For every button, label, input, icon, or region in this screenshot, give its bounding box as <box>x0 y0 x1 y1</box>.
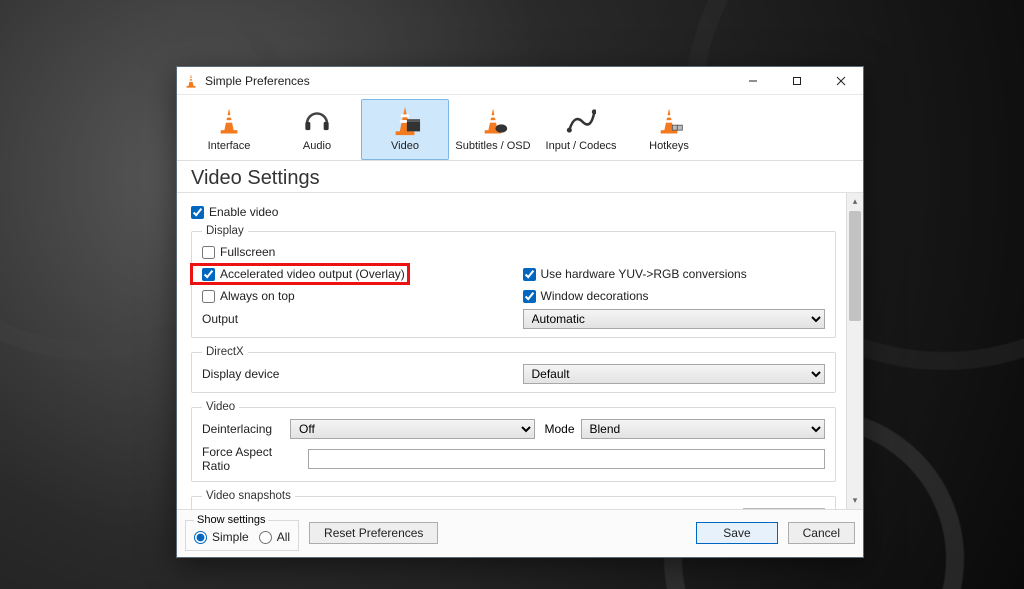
page-heading: Video Settings <box>177 161 863 193</box>
always-on-top-checkbox[interactable]: Always on top <box>202 287 505 305</box>
overlay-checkbox[interactable]: Accelerated video output (Overlay) <box>202 265 505 283</box>
overlay-label: Accelerated video output (Overlay) <box>220 267 405 281</box>
output-label: Output <box>202 312 284 326</box>
cancel-button[interactable]: Cancel <box>788 522 855 544</box>
cone-bubble-icon <box>475 104 511 138</box>
tab-subtitles[interactable]: Subtitles / OSD <box>449 99 537 160</box>
tab-label: Interface <box>208 140 251 152</box>
tab-hotkeys[interactable]: Hotkeys <box>625 99 713 160</box>
force-aspect-ratio-label: Force Aspect Ratio <box>202 445 300 473</box>
directx-group: DirectX Display device Default <box>191 346 836 393</box>
maximize-button[interactable] <box>775 67 819 94</box>
app-cone-icon <box>183 73 199 89</box>
headphones-icon <box>299 104 335 138</box>
cone-keys-icon <box>651 104 687 138</box>
show-settings-group: Show settings Simple All <box>185 514 299 551</box>
fullscreen-label: Fullscreen <box>220 245 275 259</box>
show-simple-radio[interactable]: Simple <box>194 528 249 546</box>
tab-label: Input / Codecs <box>546 140 617 152</box>
always-on-top-label: Always on top <box>220 289 295 303</box>
deinterlacing-select[interactable]: Off <box>290 419 535 439</box>
show-all-radio[interactable]: All <box>259 528 290 546</box>
tab-label: Video <box>391 140 419 152</box>
tab-label: Hotkeys <box>649 140 689 152</box>
enable-video-input[interactable] <box>191 206 204 219</box>
preferences-window: Simple Preferences Interface Audio Video <box>176 66 864 558</box>
tab-label: Audio <box>303 140 331 152</box>
save-button[interactable]: Save <box>696 522 777 544</box>
display-device-label: Display device <box>202 367 279 381</box>
yuv-input[interactable] <box>523 268 536 281</box>
scroll-down-arrow[interactable]: ▾ <box>847 492 863 509</box>
output-select[interactable]: Automatic <box>523 309 826 329</box>
close-button[interactable] <box>819 67 863 94</box>
display-legend: Display <box>202 225 248 237</box>
tab-interface[interactable]: Interface <box>185 99 273 160</box>
overlay-input[interactable] <box>202 268 215 281</box>
yuv-label: Use hardware YUV->RGB conversions <box>541 267 747 281</box>
cone-clapper-icon <box>387 104 423 138</box>
enable-video-checkbox[interactable]: Enable video <box>191 203 836 221</box>
window-decorations-label: Window decorations <box>541 289 649 303</box>
display-group: Display Fullscreen Accelerated video out… <box>191 225 836 338</box>
tab-video[interactable]: Video <box>361 99 449 160</box>
snapshots-group: Video snapshots Directory Browse <box>191 490 836 509</box>
directx-legend: DirectX <box>202 346 248 358</box>
footer: Show settings Simple All Reset Preferenc… <box>177 509 863 557</box>
yuv-checkbox[interactable]: Use hardware YUV->RGB conversions <box>523 265 826 283</box>
deinterlacing-label: Deinterlacing <box>202 422 284 436</box>
window-decorations-input[interactable] <box>523 290 536 303</box>
window-decorations-checkbox[interactable]: Window decorations <box>523 287 826 305</box>
always-on-top-input[interactable] <box>202 290 215 303</box>
titlebar[interactable]: Simple Preferences <box>177 67 863 95</box>
cable-icon <box>563 104 599 138</box>
fullscreen-input[interactable] <box>202 246 215 259</box>
scroll-up-arrow[interactable]: ▴ <box>847 193 863 210</box>
show-settings-legend: Show settings <box>194 514 268 526</box>
video-group: Video Deinterlacing Off Mode Blend Force… <box>191 401 836 482</box>
window-title: Simple Preferences <box>205 74 731 88</box>
enable-video-label: Enable video <box>209 205 278 219</box>
mode-label: Mode <box>541 422 575 436</box>
vertical-scrollbar[interactable]: ▴ ▾ <box>846 193 863 509</box>
video-legend: Video <box>202 401 239 413</box>
minimize-button[interactable] <box>731 67 775 94</box>
cone-icon <box>211 104 247 138</box>
fullscreen-checkbox[interactable]: Fullscreen <box>202 243 505 261</box>
tab-input-codecs[interactable]: Input / Codecs <box>537 99 625 160</box>
tab-audio[interactable]: Audio <box>273 99 361 160</box>
browse-button[interactable]: Browse <box>743 508 825 509</box>
snapshots-legend: Video snapshots <box>202 490 295 502</box>
mode-select[interactable]: Blend <box>581 419 826 439</box>
display-device-select[interactable]: Default <box>523 364 826 384</box>
scroll-thumb[interactable] <box>849 211 861 321</box>
settings-panel: Enable video Display Fullscreen Accelera… <box>177 193 846 509</box>
category-toolbar: Interface Audio Video Subtitles / OSD In… <box>177 95 863 161</box>
reset-preferences-button[interactable]: Reset Preferences <box>309 522 438 544</box>
force-aspect-ratio-input[interactable] <box>308 449 825 469</box>
tab-label: Subtitles / OSD <box>455 140 530 152</box>
